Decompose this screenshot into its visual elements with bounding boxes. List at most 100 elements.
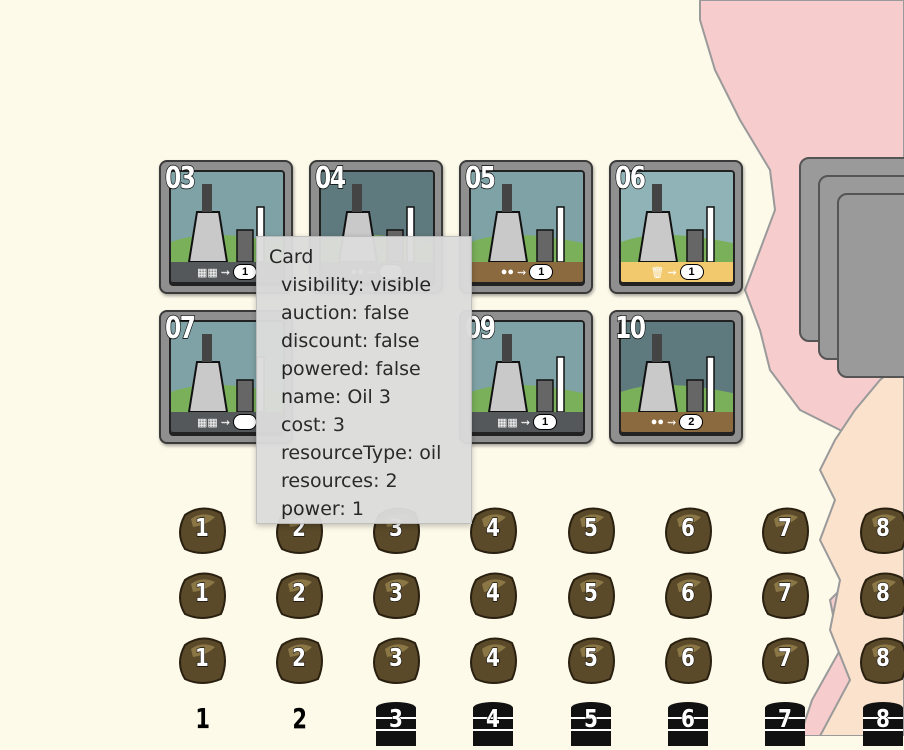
resource-cost-icons: ▦▦ (496, 416, 518, 429)
power-plant-number: 06 (614, 161, 646, 196)
coal-token[interactable]: 7 (760, 635, 810, 685)
coal-token[interactable]: 4 (468, 570, 518, 620)
oil-price-label: 1 (195, 702, 211, 735)
coal-token[interactable]: 8 (858, 505, 904, 555)
power-plant-cost-band: 🗑 ⇝ 1 (619, 262, 735, 284)
power-plant-card[interactable]: 09 ▦▦ ⇝ 1 (459, 310, 593, 444)
oil-token[interactable]: 7 (760, 700, 810, 750)
oil-token[interactable]: 4 (468, 700, 518, 750)
power-plant-number: 10 (614, 311, 646, 346)
coal-price-label: 5 (584, 642, 599, 672)
card-tooltip: Card visibility: visible auction: false … (256, 236, 472, 524)
power-output-cloud-icon: 1 (233, 264, 257, 280)
arrow-icon: ⇝ (667, 266, 677, 279)
resource-cost-icons: ●● (650, 416, 665, 428)
tooltip-field: power: 1 (281, 498, 364, 520)
coal-token[interactable]: 7 (760, 570, 810, 620)
coal-token[interactable]: 1 (177, 505, 227, 555)
arrow-icon: ⇝ (667, 416, 677, 429)
oil-token[interactable]: 6 (663, 700, 713, 750)
coal-price-label: 5 (584, 577, 599, 607)
oil-token[interactable]: 5 (566, 700, 616, 750)
coal-price-label: 2 (292, 577, 307, 607)
coal-token[interactable]: 2 (274, 635, 324, 685)
coal-price-label: 1 (195, 642, 210, 672)
power-plant-cost-band: ●● ⇝ 1 (469, 262, 585, 284)
tooltip-field: discount: false (281, 330, 420, 352)
tooltip-field: cost: 3 (281, 414, 345, 436)
arrow-icon: ⇝ (520, 416, 530, 429)
coal-token[interactable]: 7 (760, 505, 810, 555)
power-plant-number: 05 (464, 161, 496, 196)
coal-token[interactable]: 1 (177, 635, 227, 685)
tooltip-field: name: Oil 3 (281, 386, 391, 408)
oil-price-label: 8 (876, 703, 891, 733)
power-plant-number: 07 (164, 311, 196, 346)
power-output-cloud-icon: 2 (679, 414, 704, 430)
coal-price-label: 6 (681, 512, 696, 542)
oil-token[interactable]: 8 (858, 700, 904, 750)
power-plant-cost-band: ●● ⇝ 2 (619, 412, 735, 434)
resource-cost-icons: ●● (500, 266, 515, 278)
coal-price-label: 5 (584, 512, 599, 542)
power-plant-number: 04 (314, 161, 346, 196)
coal-token[interactable]: 5 (566, 635, 616, 685)
power-output-cloud-icon (233, 414, 257, 430)
coal-token[interactable]: 5 (566, 570, 616, 620)
deck-card-back[interactable] (837, 193, 904, 378)
resource-cost-icons: ▦▦ (196, 416, 218, 429)
oil-price-label: 7 (778, 703, 793, 733)
coal-token[interactable]: 8 (858, 635, 904, 685)
tooltip-field: auction: false (281, 302, 410, 324)
power-plant-card[interactable]: 05 ●● ⇝ 1 (459, 160, 593, 294)
coal-price-label: 7 (778, 512, 793, 542)
tooltip-field: resources: 2 (281, 470, 398, 492)
power-plant-card[interactable]: 06 🗑 ⇝ 1 (609, 160, 743, 294)
tooltip-field: resourceType: oil (281, 442, 442, 464)
arrow-icon: ⇝ (517, 266, 527, 279)
coal-price-label: 3 (389, 577, 404, 607)
coal-price-label: 4 (486, 642, 501, 672)
arrow-icon: ⇝ (220, 266, 230, 279)
coal-token[interactable]: 3 (371, 570, 421, 620)
oil-price-label: 6 (681, 703, 696, 733)
coal-token[interactable]: 6 (663, 635, 713, 685)
coal-price-label: 8 (876, 512, 891, 542)
coal-price-label: 8 (876, 577, 891, 607)
coal-price-label: 7 (778, 577, 793, 607)
coal-token[interactable]: 2 (274, 570, 324, 620)
coal-price-label: 4 (486, 512, 501, 542)
power-plant-card[interactable]: 10 ●● ⇝ 2 (609, 310, 743, 444)
oil-price-label: 5 (584, 703, 599, 733)
coal-price-label: 6 (681, 642, 696, 672)
coal-price-label: 4 (486, 577, 501, 607)
coal-price-label: 7 (778, 642, 793, 672)
tooltip-title: Card (269, 246, 314, 268)
coal-token[interactable]: 5 (566, 505, 616, 555)
coal-token[interactable]: 3 (371, 635, 421, 685)
power-plant-number: 03 (164, 161, 196, 196)
coal-token[interactable]: 4 (468, 635, 518, 685)
coal-price-label: 1 (195, 577, 210, 607)
coal-price-label: 2 (292, 642, 307, 672)
coal-token[interactable]: 1 (177, 570, 227, 620)
oil-token[interactable]: 3 (371, 700, 421, 750)
power-output-cloud-icon: 1 (529, 264, 554, 280)
tooltip-field: visibility: visible (281, 274, 432, 296)
power-output-cloud-icon: 1 (533, 414, 557, 430)
power-output-cloud-icon: 1 (679, 264, 704, 280)
resource-cost-icons: 🗑 (650, 266, 665, 279)
coal-token[interactable]: 6 (663, 570, 713, 620)
resource-cost-icons: ▦▦ (196, 266, 218, 279)
coal-price-label: 8 (876, 642, 891, 672)
oil-price-label: 4 (486, 703, 501, 733)
coal-token[interactable]: 8 (858, 570, 904, 620)
oil-price-label: 2 (292, 702, 308, 735)
coal-token[interactable]: 4 (468, 505, 518, 555)
arrow-icon: ⇝ (220, 416, 230, 429)
coal-token[interactable]: 6 (663, 505, 713, 555)
coal-price-label: 1 (195, 512, 210, 542)
coal-price-label: 3 (389, 642, 404, 672)
oil-price-label: 3 (389, 703, 404, 733)
power-plant-cost-band: ▦▦ ⇝ 1 (469, 412, 585, 434)
